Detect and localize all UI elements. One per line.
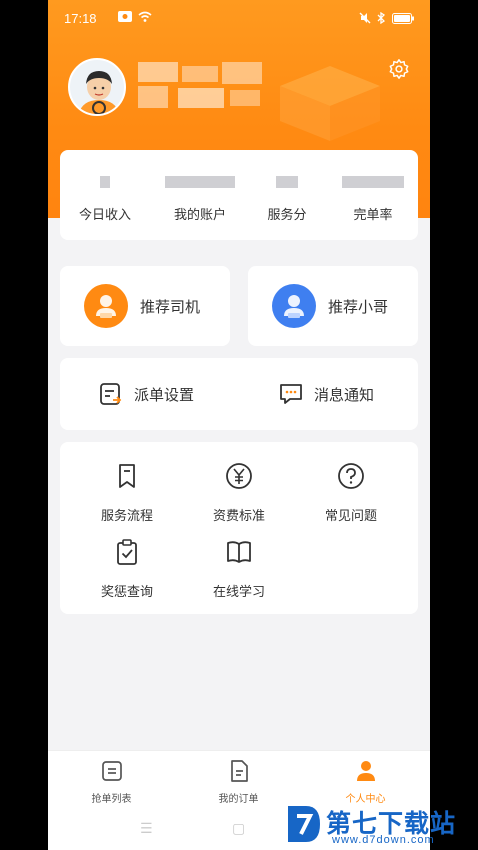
dispatch-settings-label: 派单设置: [134, 386, 195, 404]
stats-card: 今日收入 我的账户 服务分 完单率: [60, 150, 418, 240]
message-notify-label: 消息通知: [314, 386, 375, 404]
dispatch-icon: [100, 383, 122, 405]
watermark: 第七下载站 www.d7down.com: [282, 800, 478, 850]
status-left-icons: [118, 11, 152, 22]
watermark-logo-icon: [288, 806, 320, 842]
stat-value-blurred: [155, 176, 245, 190]
stat-label: 今日收入: [78, 207, 131, 222]
stat-value-blurred: [328, 176, 418, 190]
mute-icon: [359, 12, 371, 24]
recommend-driver-card[interactable]: 推荐司机: [60, 266, 230, 346]
clipboard-check-icon: [117, 539, 137, 565]
question-icon: [338, 463, 364, 489]
grid-item-label: 资费标准: [212, 508, 265, 523]
status-bar: 17:18: [48, 0, 430, 36]
tab-grab-orders[interactable]: 抢单列表: [48, 759, 175, 805]
blurred-username: [138, 62, 262, 108]
list-icon: [101, 761, 122, 781]
settings-gear-icon[interactable]: [388, 58, 410, 80]
grid-item-service-process[interactable]: 服务流程: [72, 462, 182, 524]
recommend-courier-icon: [272, 284, 316, 328]
bluetooth-icon: [377, 12, 386, 24]
tab-label: 抢单列表: [91, 794, 132, 805]
stat-account[interactable]: 我的账户: [155, 150, 245, 240]
message-status-icon: [118, 11, 132, 22]
stat-service-score[interactable]: 服务分: [242, 150, 332, 240]
stat-label: 我的账户: [173, 207, 226, 222]
grid-item-faq[interactable]: 常见问题: [296, 462, 406, 524]
grid-item-rewards-query[interactable]: 奖惩查询: [72, 538, 182, 600]
avatar[interactable]: [68, 58, 126, 116]
settings-row-card: 派单设置 消息通知: [60, 358, 418, 430]
grid-item-fee-standard[interactable]: 资费标准: [184, 462, 294, 524]
message-icon: [280, 384, 302, 404]
stat-value-blurred: [242, 176, 332, 190]
person-icon: [356, 761, 375, 781]
wifi-icon: [138, 11, 152, 22]
bookmark-icon: [119, 464, 135, 488]
battery-icon: [392, 12, 414, 24]
status-time: 17:18: [64, 11, 97, 26]
stat-income[interactable]: 今日收入: [60, 150, 150, 240]
grid-item-label: 奖惩查询: [100, 584, 153, 599]
grid-item-label: 服务流程: [100, 508, 153, 523]
book-icon: [227, 541, 251, 563]
grid-item-label: 在线学习: [212, 584, 265, 599]
document-icon: [230, 760, 248, 782]
menu-nav-icon[interactable]: ☰: [140, 820, 153, 837]
yen-icon: [226, 463, 252, 489]
message-notify-item[interactable]: 消息通知: [278, 358, 374, 430]
status-right-icons: [359, 12, 414, 24]
grid-item-label: 常见问题: [324, 508, 377, 523]
services-grid-card: 服务流程 资费标准 常见问题 奖惩查询 在线学习: [60, 442, 418, 614]
tab-my-orders[interactable]: 我的订单: [175, 759, 302, 805]
home-nav-icon[interactable]: ▢: [232, 820, 245, 837]
app-screen: 17:18 今日收入 我的账户 服务分 完单率 推荐司机 推荐小哥 派单设置 消…: [48, 0, 430, 850]
recommend-driver-label: 推荐司机: [140, 299, 201, 316]
stat-label: 完单率: [353, 207, 393, 222]
watermark-url: www.d7down.com: [332, 834, 435, 846]
dispatch-settings-item[interactable]: 派单设置: [98, 358, 194, 430]
tab-personal-center[interactable]: 个人中心: [302, 759, 429, 805]
stat-label: 服务分: [267, 207, 307, 222]
recommend-courier-card[interactable]: 推荐小哥: [248, 266, 418, 346]
recommend-courier-label: 推荐小哥: [328, 299, 389, 316]
stat-completion-rate[interactable]: 完单率: [328, 150, 418, 240]
stat-value-blurred: [60, 176, 150, 190]
header-decoration-icon: [280, 66, 380, 141]
recommend-driver-icon: [84, 284, 128, 328]
grid-item-online-learning[interactable]: 在线学习: [184, 538, 294, 600]
